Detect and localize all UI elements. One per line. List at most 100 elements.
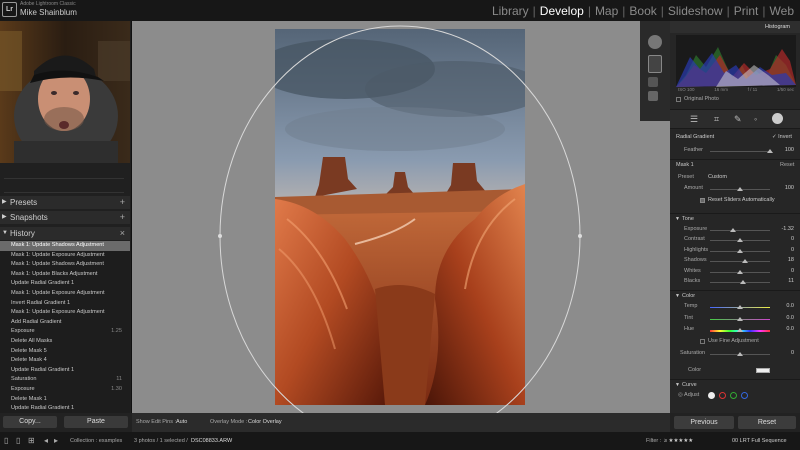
contrast-knob[interactable] bbox=[737, 238, 743, 243]
mask-visibility-icon[interactable] bbox=[648, 91, 658, 101]
saturation-value[interactable]: 0 bbox=[774, 350, 794, 356]
history-item[interactable]: Delete All Masks bbox=[0, 337, 130, 347]
history-item[interactable]: Delete Mask 4 bbox=[0, 356, 130, 366]
shadows-knob[interactable] bbox=[742, 259, 749, 264]
history-item[interactable]: Add Radial Gradient bbox=[0, 318, 130, 328]
healing-icon[interactable]: ✎ bbox=[734, 114, 742, 125]
grid-view-icon[interactable]: ⊞ bbox=[28, 432, 35, 450]
history-item[interactable]: Mask 1: Update Blacks Adjustment bbox=[0, 270, 130, 280]
history-item[interactable]: Update Radial Gradient 1 bbox=[0, 366, 130, 376]
hue-value[interactable]: 0.0 bbox=[774, 326, 794, 332]
feather-slider[interactable] bbox=[710, 151, 770, 152]
exposure-slider[interactable] bbox=[710, 230, 770, 231]
histogram-header[interactable]: Histogram bbox=[670, 21, 800, 33]
rating-filter-stars[interactable]: ≥ ★★★★★ bbox=[664, 432, 693, 450]
filter-preset-dropdown[interactable]: 00 LRT Full Sequence bbox=[732, 432, 787, 450]
curve-blue-channel[interactable] bbox=[741, 392, 748, 399]
history-item[interactable]: Delete Mask 1 bbox=[0, 395, 130, 405]
blacks-value[interactable]: 11 bbox=[774, 278, 794, 284]
tint-knob[interactable] bbox=[737, 316, 743, 321]
module-web[interactable]: Web bbox=[770, 4, 794, 18]
history-item[interactable]: Mask 1: Update Exposure Adjustment bbox=[0, 251, 130, 261]
crop-icon[interactable]: ⌗ bbox=[714, 114, 719, 125]
redeye-icon[interactable]: ◦ bbox=[754, 114, 757, 124]
copy-button[interactable]: Copy... bbox=[3, 416, 57, 428]
whites-value[interactable]: 0 bbox=[774, 268, 794, 274]
clear-history-icon[interactable]: × bbox=[120, 227, 125, 240]
tint-value[interactable]: 0.0 bbox=[774, 315, 794, 321]
preset-dropdown[interactable]: Custom bbox=[708, 174, 727, 180]
filename-label[interactable]: DSC08833.ARW bbox=[191, 432, 232, 450]
presets-panel-header[interactable]: ▶ Presets + bbox=[0, 196, 130, 209]
history-item[interactable]: Mask 1: Update Shadows Adjustment bbox=[0, 260, 130, 270]
tone-section-header[interactable]: ▼ Tone bbox=[670, 213, 800, 223]
temp-value[interactable]: 0.0 bbox=[774, 303, 794, 309]
color-section-header[interactable]: ▼ Color bbox=[670, 290, 800, 300]
paste-button[interactable]: Paste bbox=[64, 416, 128, 428]
module-print[interactable]: Print bbox=[734, 4, 759, 18]
history-panel-header[interactable]: ▼ History × bbox=[0, 227, 130, 240]
history-item[interactable]: Mask 1: Update Exposure Adjustment bbox=[0, 289, 130, 299]
original-photo-checkbox[interactable] bbox=[676, 97, 681, 102]
history-item[interactable]: Exposure 1.30 bbox=[0, 385, 130, 395]
image-canvas[interactable] bbox=[132, 21, 670, 413]
history-item[interactable]: Delete Mask 5 bbox=[0, 347, 130, 357]
collection-label[interactable]: Collection : examples bbox=[70, 432, 122, 450]
screen-1-icon[interactable]: ▯ bbox=[4, 432, 8, 450]
history-item[interactable]: Saturation 11 bbox=[0, 375, 130, 385]
add-mask-icon[interactable] bbox=[648, 35, 662, 49]
curve-rgb-channel[interactable] bbox=[708, 392, 715, 399]
hue-knob[interactable] bbox=[737, 328, 743, 332]
reset-button[interactable]: Reset bbox=[738, 416, 796, 429]
feather-knob[interactable] bbox=[767, 149, 773, 153]
exposure-knob[interactable] bbox=[729, 228, 736, 232]
history-item[interactable]: Exposure 1.25 bbox=[0, 327, 130, 337]
back-arrow-icon[interactable]: ◂ bbox=[44, 432, 48, 450]
whites-knob[interactable] bbox=[737, 269, 743, 274]
module-develop[interactable]: Develop bbox=[540, 4, 584, 18]
temp-knob[interactable] bbox=[737, 305, 743, 309]
edit-sliders-icon[interactable]: ☰ bbox=[690, 114, 698, 125]
exposure-value[interactable]: -1.32 bbox=[774, 226, 794, 232]
masking-icon[interactable] bbox=[772, 113, 783, 124]
curve-red-channel[interactable] bbox=[719, 392, 726, 399]
blacks-knob[interactable] bbox=[740, 280, 747, 284]
snapshots-panel-header[interactable]: ▶ Snapshots + bbox=[0, 211, 130, 224]
history-item[interactable]: Invert Radial Gradient 1 bbox=[0, 299, 130, 309]
overlay-mode-dropdown[interactable]: Color Overlay bbox=[248, 413, 282, 432]
contrast-value[interactable]: 0 bbox=[774, 236, 794, 242]
previous-button[interactable]: Previous bbox=[674, 416, 734, 429]
fine-adjust-checkbox[interactable] bbox=[700, 339, 705, 344]
history-item[interactable]: Mask 1: Update Exposure Adjustment bbox=[0, 308, 130, 318]
module-slideshow[interactable]: Slideshow bbox=[668, 4, 723, 18]
histogram-chart[interactable] bbox=[676, 35, 796, 87]
amount-value[interactable]: 100 bbox=[774, 185, 794, 191]
module-map[interactable]: Map bbox=[595, 4, 618, 18]
screen-2-icon[interactable]: ▯ bbox=[16, 432, 20, 450]
shadows-value[interactable]: 18 bbox=[774, 257, 794, 263]
add-snapshot-icon[interactable]: + bbox=[120, 211, 125, 224]
highlights-knob[interactable] bbox=[737, 248, 743, 253]
edit-pins-dropdown[interactable]: Auto bbox=[176, 413, 187, 432]
curve-green-channel[interactable] bbox=[730, 392, 737, 399]
history-item[interactable]: Update Radial Gradient 1 bbox=[0, 279, 130, 289]
curve-section-header[interactable]: ▼ Curve bbox=[670, 379, 800, 389]
add-preset-icon[interactable]: + bbox=[120, 196, 125, 209]
shadows-slider[interactable] bbox=[710, 261, 770, 263]
amount-knob[interactable] bbox=[737, 187, 743, 191]
history-item[interactable]: Update Radial Gradient 1 bbox=[0, 404, 130, 413]
module-book[interactable]: Book bbox=[629, 4, 656, 18]
feather-value[interactable]: 100 bbox=[774, 147, 794, 153]
mask-reset-link[interactable]: Reset bbox=[780, 162, 794, 168]
radial-gradient-overlay[interactable] bbox=[132, 21, 670, 413]
history-item[interactable]: Mask 1: Update Shadows Adjustment bbox=[0, 241, 130, 251]
mask-overlay-icon[interactable] bbox=[648, 77, 658, 87]
highlights-value[interactable]: 0 bbox=[774, 247, 794, 253]
forward-arrow-icon[interactable]: ▸ bbox=[54, 432, 58, 450]
invert-checkbox[interactable]: ✓ Invert bbox=[772, 134, 792, 140]
mask-thumbnail-icon[interactable] bbox=[648, 55, 662, 73]
color-swatch[interactable] bbox=[756, 368, 770, 373]
reset-sliders-checkbox[interactable] bbox=[700, 198, 705, 203]
module-library[interactable]: Library bbox=[492, 4, 529, 18]
saturation-knob[interactable] bbox=[737, 352, 743, 356]
